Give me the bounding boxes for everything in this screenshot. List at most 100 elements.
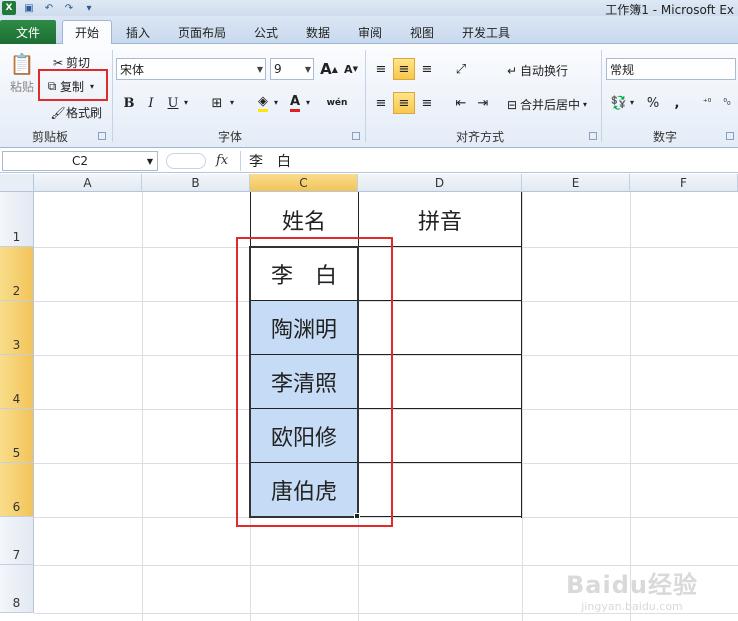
wrap-text-button[interactable]: ↵ 自动换行 — [504, 62, 568, 79]
excel-logo-icon[interactable]: X — [2, 1, 16, 15]
column-header-a[interactable]: A — [34, 174, 142, 192]
copy-highlight-box — [38, 69, 108, 101]
name-box[interactable]: C2 ▼ — [2, 151, 158, 171]
font-size-combo[interactable]: 9 ▼ — [270, 58, 314, 80]
chevron-down-icon: ▼ — [146, 156, 153, 166]
decrease-decimal-button[interactable]: ⁰₀ — [716, 92, 738, 114]
save-icon[interactable]: ▣ — [22, 1, 36, 15]
decrease-indent-button[interactable]: ⇤ — [450, 92, 472, 114]
row-header-5[interactable]: 5 — [0, 409, 34, 463]
insert-function-button[interactable]: fx — [216, 153, 228, 168]
italic-button[interactable]: I — [140, 92, 162, 114]
chevron-down-icon[interactable]: ▾ — [306, 98, 310, 107]
select-all-button[interactable] — [0, 174, 34, 192]
align-right-button[interactable]: ≡ — [416, 92, 438, 114]
align-center-icon: ≡ — [398, 95, 410, 111]
comma-button[interactable]: , — [666, 92, 688, 114]
row-header-2[interactable]: 2 — [0, 247, 34, 301]
tab-view[interactable]: 视图 — [402, 20, 442, 44]
group-divider — [112, 50, 113, 142]
formula-bar: C2 ▼ fx 李 白 — [0, 149, 738, 173]
font-color-button[interactable]: A — [284, 92, 306, 114]
ribbon-tabs: 文件 开始 插入 页面布局 公式 数据 审阅 视图 开发工具 — [0, 16, 738, 44]
formula-bar-resize-handle[interactable] — [166, 153, 206, 169]
number-launcher-icon[interactable] — [726, 132, 734, 140]
row-header-1[interactable]: 1 — [0, 192, 34, 247]
bold-button[interactable]: B — [118, 92, 140, 114]
increase-decimal-button[interactable]: ⁺⁰ — [696, 92, 718, 114]
chevron-down-icon[interactable]: ▾ — [630, 98, 634, 107]
tab-home[interactable]: 开始 — [62, 20, 112, 44]
ribbon-home: 📋 粘贴 ✂ 剪切 ⧉ 复制 ▾ 🖌 格式刷 剪贴板 宋体 ▼ 9 ▼ A ▲ A ▼ … — [0, 44, 738, 148]
tab-file[interactable]: 文件 — [0, 20, 56, 44]
decrease-indent-icon: ⇤ — [455, 95, 467, 111]
merge-cells-icon: ⊟ — [506, 97, 518, 112]
row-header-8[interactable]: 8 — [0, 565, 34, 613]
clipboard-launcher-icon[interactable] — [98, 132, 106, 140]
column-header-f[interactable]: F — [630, 174, 738, 192]
tab-data[interactable]: 数据 — [298, 20, 338, 44]
tab-developer[interactable]: 开发工具 — [454, 20, 518, 44]
wrap-text-icon: ↵ — [506, 63, 518, 78]
align-middle-button[interactable]: ≡ — [393, 58, 415, 80]
chevron-down-icon[interactable]: ▾ — [184, 98, 188, 107]
tab-formulas[interactable]: 公式 — [246, 20, 286, 44]
text-orientation-icon: ⤢ — [455, 61, 467, 77]
align-bottom-button[interactable]: ≡ — [416, 58, 438, 80]
paste-button[interactable]: 📋 粘贴 — [8, 50, 36, 95]
chevron-down-icon: ▼ — [256, 64, 263, 74]
increase-indent-icon: ⇥ — [477, 95, 489, 111]
chevron-down-icon[interactable]: ▾ — [230, 98, 234, 107]
increase-indent-button[interactable]: ⇥ — [472, 92, 494, 114]
title-bar: X ▣ ↶ ↷ ▾ 工作簿1 - Microsoft Ex — [0, 0, 738, 17]
merge-center-button[interactable]: ⊟ 合并后居中 ▾ — [504, 96, 587, 113]
row-header-4[interactable]: 4 — [0, 355, 34, 409]
align-top-button[interactable]: ≡ — [370, 58, 392, 80]
gridline — [522, 192, 523, 621]
tab-insert[interactable]: 插入 — [118, 20, 158, 44]
group-divider — [365, 50, 366, 142]
column-header-c[interactable]: C — [250, 174, 358, 192]
quick-access-toolbar: X ▣ ↶ ↷ ▾ — [0, 0, 96, 16]
alignment-group-label: 对齐方式 — [455, 130, 504, 144]
row-header-7[interactable]: 7 — [0, 517, 34, 565]
fill-color-button[interactable]: ◈ — [252, 92, 274, 114]
decrease-decimal-icon: ⁰₀ — [723, 98, 731, 108]
watermark-text: Baidu经验 — [566, 571, 698, 599]
align-left-icon: ≡ — [375, 95, 387, 111]
format-painter-button[interactable]: 🖌 格式刷 — [50, 104, 102, 121]
row-header-6[interactable]: 6 — [0, 463, 34, 517]
font-name-combo[interactable]: 宋体 ▼ — [116, 58, 266, 80]
percent-button[interactable]: % — [642, 92, 664, 114]
borders-icon: ⊞ — [211, 95, 223, 111]
align-right-icon: ≡ — [421, 95, 433, 111]
gridline — [630, 192, 631, 621]
customize-qat-icon[interactable]: ▾ — [82, 1, 96, 15]
alignment-launcher-icon[interactable] — [589, 132, 597, 140]
shrink-font-button[interactable]: A ▼ — [340, 58, 362, 80]
phonetic-button[interactable]: wén — [326, 92, 348, 114]
underline-button[interactable]: U — [162, 92, 184, 114]
align-left-button[interactable]: ≡ — [370, 92, 392, 114]
column-header-b[interactable]: B — [142, 174, 250, 192]
watermark: Baidu经验 jingyan.baidu.com — [566, 565, 698, 613]
tab-page-layout[interactable]: 页面布局 — [170, 20, 234, 44]
column-header-e[interactable]: E — [522, 174, 630, 192]
currency-button[interactable]: 💱 — [608, 92, 630, 114]
tab-review[interactable]: 审阅 — [350, 20, 390, 44]
chevron-down-icon[interactable]: ▾ — [274, 98, 278, 107]
number-group-label: 数字 — [652, 130, 677, 144]
column-header-d[interactable]: D — [358, 174, 522, 192]
align-center-button[interactable]: ≡ — [393, 92, 415, 114]
borders-button[interactable]: ⊞ — [206, 92, 228, 114]
redo-icon[interactable]: ↷ — [62, 1, 76, 15]
clipboard-group-label: 剪贴板 — [31, 130, 68, 144]
number-format-combo[interactable]: 常规 — [606, 58, 736, 80]
grow-font-button[interactable]: A ▲ — [318, 58, 340, 80]
font-launcher-icon[interactable] — [352, 132, 360, 140]
font-color-icon: A — [289, 94, 301, 112]
row-header-3[interactable]: 3 — [0, 301, 34, 355]
undo-icon[interactable]: ↶ — [42, 1, 56, 15]
orientation-button[interactable]: ⤢ — [450, 58, 472, 80]
formula-input[interactable]: 李 白 — [240, 151, 734, 171]
